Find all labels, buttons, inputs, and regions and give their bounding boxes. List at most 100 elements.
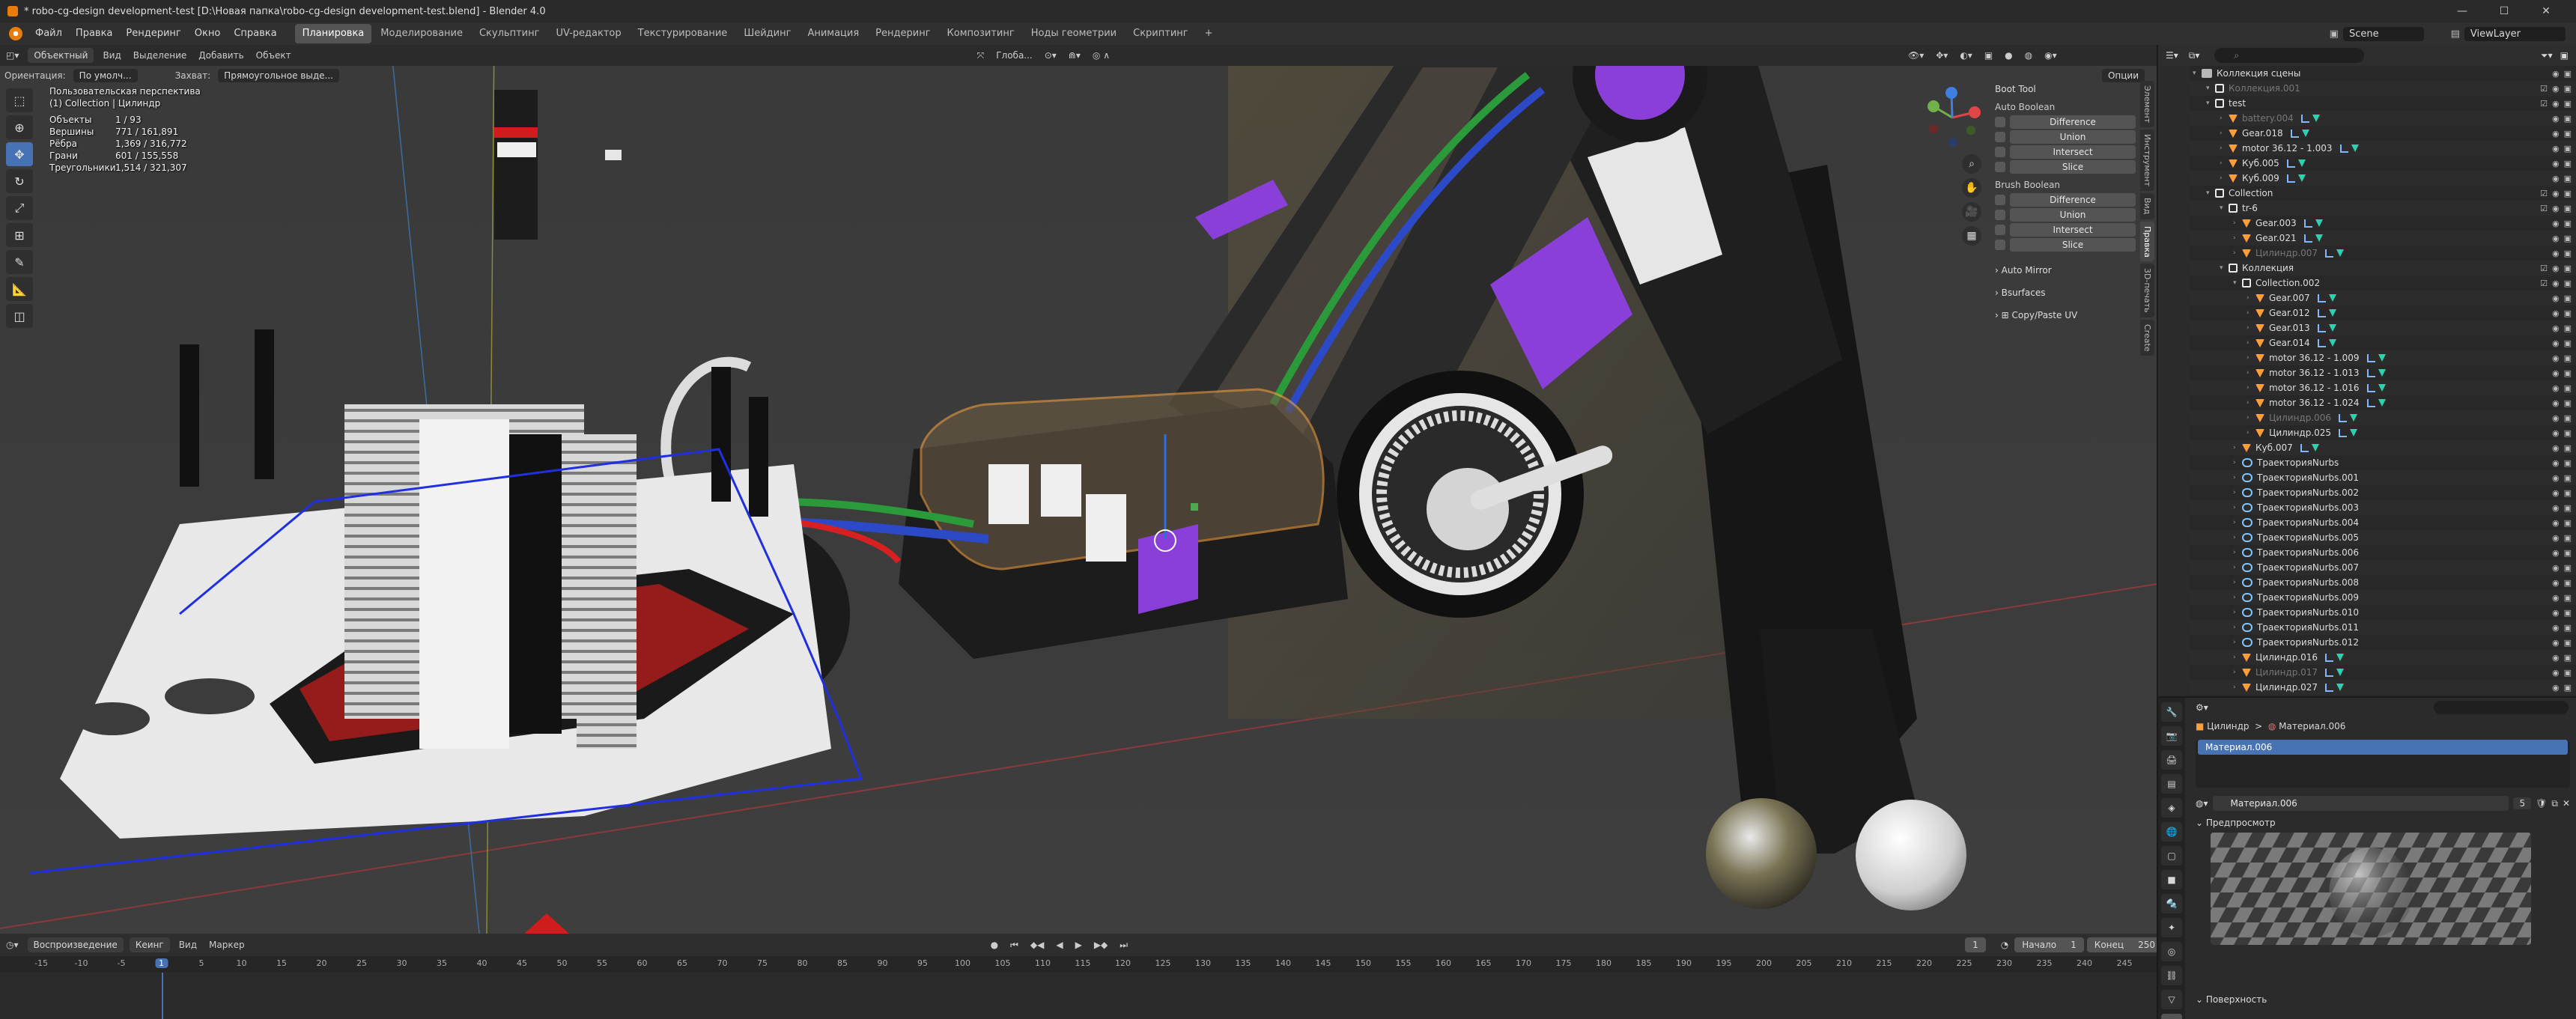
- outliner-row[interactable]: ▾ Коллекция ☑ ◉ ▣: [2190, 261, 2576, 276]
- render-camera-icon[interactable]: ▣: [2564, 174, 2572, 183]
- outliner-row[interactable]: › battery.004 ◉ ▣: [2190, 111, 2576, 126]
- visibility-eye-icon[interactable]: ◉: [2552, 473, 2560, 483]
- shading-material-icon[interactable]: ◍: [2019, 50, 2038, 61]
- render-camera-icon[interactable]: ▣: [2564, 383, 2572, 393]
- render-camera-icon[interactable]: ▣: [2564, 234, 2572, 243]
- frame-ruler[interactable]: -15 -10 -5 1 5 10 15 20 25 30 35 40 45 50 55 60 65 70 75 80…: [0, 956, 2157, 973]
- mesh-data-icon[interactable]: [2378, 368, 2386, 377]
- visibility-eye-icon[interactable]: ◉: [2552, 114, 2560, 124]
- cursor-tool-icon[interactable]: ⊕: [6, 115, 33, 139]
- visibility-eye-icon[interactable]: ◉: [2552, 398, 2560, 408]
- outliner-row[interactable]: › Цилиндр.007 ◉ ▣: [2190, 246, 2576, 261]
- playhead[interactable]: [161, 973, 163, 1019]
- render-camera-icon[interactable]: ▣: [2564, 548, 2572, 558]
- render-camera-icon[interactable]: ▣: [2564, 578, 2572, 588]
- outliner-row[interactable]: › Цилиндр.006 ◉ ▣: [2190, 410, 2576, 425]
- visibility-eye-icon[interactable]: ◉: [2552, 428, 2560, 438]
- zoom-icon[interactable]: ⌕: [1962, 154, 1981, 174]
- outliner-row[interactable]: › ТраекторияNurbs.006 ◉ ▣: [2190, 545, 2576, 560]
- visibility-eye-icon[interactable]: ◉: [2552, 533, 2560, 543]
- outliner-row[interactable]: › Куб.009 ◉ ▣: [2190, 171, 2576, 186]
- exclude-checkbox-icon[interactable]: ☑: [2540, 279, 2548, 288]
- gizmo-toggle-icon[interactable]: ✥▾: [1930, 50, 1954, 61]
- modifier-wrench-icon[interactable]: [2366, 383, 2375, 392]
- physics-tab-icon[interactable]: ◎: [2161, 942, 2182, 961]
- visibility-eye-icon[interactable]: ◉: [2552, 353, 2560, 363]
- outliner-row[interactable]: › ТраекторияNurbs.011 ◉ ▣: [2190, 620, 2576, 635]
- render-camera-icon[interactable]: ▣: [2564, 518, 2572, 528]
- render-camera-icon[interactable]: ▣: [2564, 84, 2572, 94]
- modifier-wrench-icon[interactable]: [2317, 338, 2326, 347]
- render-camera-icon[interactable]: ▣: [2564, 413, 2572, 423]
- ortho-grid-icon[interactable]: ▦: [1962, 226, 1981, 246]
- mesh-data-icon[interactable]: [2350, 428, 2358, 437]
- workspace-tab-sculpting[interactable]: Скульптинг: [472, 24, 547, 43]
- outliner-row[interactable]: ▾ tr-6 ☑ ◉ ▣: [2190, 201, 2576, 216]
- render-camera-icon[interactable]: ▣: [2564, 638, 2572, 648]
- workspace-tab-modeling[interactable]: Моделирование: [373, 24, 470, 43]
- expand-toggle-icon[interactable]: ▾: [2206, 100, 2214, 107]
- visibility-eye-icon[interactable]: ◉: [2552, 129, 2560, 139]
- render-camera-icon[interactable]: ▣: [2564, 219, 2572, 228]
- bsurfaces-panel[interactable]: › Bsurfaces: [1990, 285, 2140, 301]
- expand-toggle-icon[interactable]: ▾: [2193, 70, 2200, 77]
- select-box-tool-icon[interactable]: ⬚: [6, 88, 33, 112]
- expand-toggle-icon[interactable]: ›: [2220, 115, 2227, 122]
- visibility-eye-icon[interactable]: ◉: [2552, 413, 2560, 423]
- render-camera-icon[interactable]: ▣: [2564, 488, 2572, 498]
- menu-window[interactable]: Окно: [188, 22, 228, 45]
- expand-toggle-icon[interactable]: ›: [2233, 474, 2241, 481]
- visibility-eye-icon[interactable]: ◉: [2552, 518, 2560, 528]
- camera-view-icon[interactable]: 🎥: [1962, 202, 1981, 222]
- new-collection-icon[interactable]: ▣: [2560, 50, 2569, 61]
- auto-mirror-panel[interactable]: › Auto Mirror: [1990, 262, 2140, 279]
- brush-difference-button[interactable]: Difference: [2010, 193, 2136, 207]
- modifier-wrench-icon[interactable]: [2300, 114, 2309, 123]
- exclude-checkbox-icon[interactable]: ☑: [2540, 99, 2548, 109]
- workspace-tab-rendering[interactable]: Рендеринг: [868, 24, 938, 43]
- collection-tab-icon[interactable]: ▢: [2161, 846, 2182, 866]
- menu-help[interactable]: Справка: [227, 22, 283, 45]
- timeline-view-menu[interactable]: Вид: [173, 940, 203, 950]
- mesh-data-icon[interactable]: [2328, 293, 2336, 302]
- scale-tool-icon[interactable]: ⤢: [6, 196, 33, 220]
- data-tab-icon[interactable]: ▽: [2161, 990, 2182, 1009]
- workspace-tab-shading[interactable]: Шейдинг: [736, 24, 798, 43]
- render-camera-icon[interactable]: ▣: [2564, 323, 2572, 333]
- render-camera-icon[interactable]: ▣: [2564, 593, 2572, 603]
- render-camera-icon[interactable]: ▣: [2564, 69, 2572, 79]
- render-camera-icon[interactable]: ▣: [2564, 159, 2572, 168]
- workspace-tab-scripting[interactable]: Скриптинг: [1126, 24, 1195, 43]
- render-camera-icon[interactable]: ▣: [2564, 129, 2572, 139]
- gizmo-neg-z-icon[interactable]: [1948, 138, 1957, 147]
- auto-union-button[interactable]: Union: [2010, 130, 2136, 144]
- mode-dropdown[interactable]: Объектный: [28, 48, 94, 63]
- material-slot[interactable]: Материал.006: [2198, 740, 2568, 755]
- brush-slice-button[interactable]: Slice: [2010, 238, 2136, 252]
- expand-toggle-icon[interactable]: ›: [2247, 294, 2254, 302]
- mesh-data-icon[interactable]: [2297, 174, 2306, 182]
- gizmo-y-icon[interactable]: [1928, 100, 1939, 112]
- mesh-data-icon[interactable]: [2315, 219, 2323, 227]
- render-camera-icon[interactable]: ▣: [2564, 398, 2572, 408]
- render-camera-icon[interactable]: ▣: [2564, 653, 2572, 663]
- visibility-eye-icon[interactable]: ◉: [2552, 174, 2560, 183]
- visibility-eye-icon[interactable]: ◉: [2552, 488, 2560, 498]
- render-camera-icon[interactable]: ▣: [2564, 353, 2572, 363]
- visibility-icon[interactable]: 👁▾: [1902, 50, 1930, 61]
- expand-toggle-icon[interactable]: ›: [2247, 429, 2254, 437]
- expand-toggle-icon[interactable]: ›: [2220, 145, 2227, 152]
- unlink-material-icon[interactable]: ✕: [2563, 798, 2570, 809]
- expand-toggle-icon[interactable]: ›: [2247, 354, 2254, 362]
- visibility-eye-icon[interactable]: ◉: [2552, 323, 2560, 333]
- visibility-eye-icon[interactable]: ◉: [2552, 623, 2560, 633]
- expand-toggle-icon[interactable]: ›: [2233, 489, 2241, 496]
- scene-selector[interactable]: Scene: [2342, 26, 2424, 41]
- expand-toggle-icon[interactable]: ▾: [2220, 264, 2227, 272]
- output-tab-icon[interactable]: 🖨: [2161, 750, 2182, 770]
- render-camera-icon[interactable]: ▣: [2564, 279, 2572, 288]
- outliner-row[interactable]: › motor 36.12 - 1.009 ◉ ▣: [2190, 350, 2576, 365]
- expand-toggle-icon[interactable]: ›: [2233, 519, 2241, 526]
- mesh-data-icon[interactable]: [2350, 413, 2358, 422]
- tab-create[interactable]: Create: [2140, 319, 2154, 356]
